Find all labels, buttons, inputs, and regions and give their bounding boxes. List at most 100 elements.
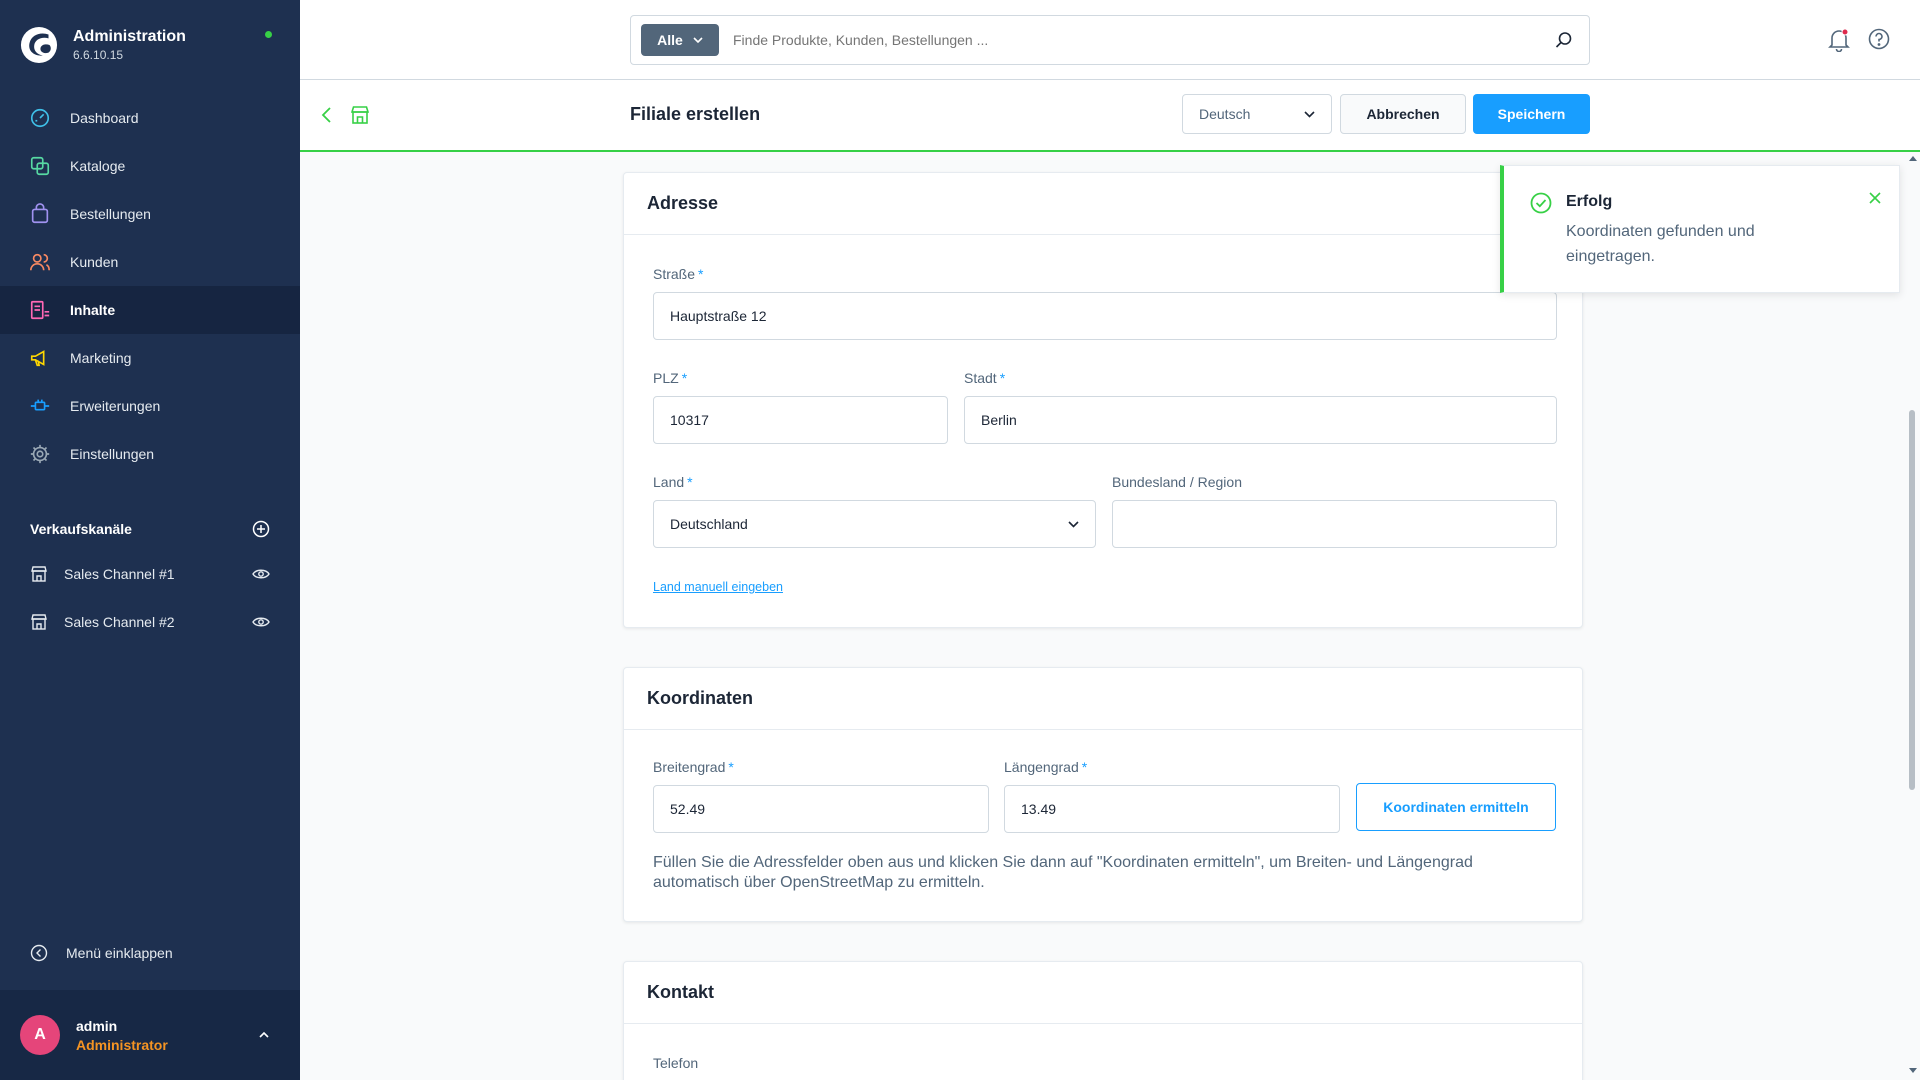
scroll-down-arrow[interactable] bbox=[1909, 1068, 1917, 1073]
sidebar-item-label: Einstellungen bbox=[70, 446, 155, 462]
country-field: Land * Deutschland bbox=[653, 474, 1096, 548]
search-type-select[interactable]: Alle bbox=[641, 24, 719, 56]
close-icon[interactable] bbox=[1869, 192, 1881, 204]
sidebar-item-extensions[interactable]: Erweiterungen bbox=[0, 382, 300, 430]
customers-icon bbox=[28, 250, 52, 274]
page-title: Filiale erstellen bbox=[630, 104, 761, 124]
contact-card-title: Kontakt bbox=[624, 962, 1582, 1024]
sidebar-item-label: Bestellungen bbox=[70, 206, 151, 222]
plug-icon bbox=[28, 394, 52, 418]
sales-channel-label: Sales Channel #2 bbox=[64, 614, 175, 630]
sidebar-item-dashboard[interactable]: Dashboard bbox=[0, 94, 300, 142]
coordinates-help-text: Füllen Sie die Adressfelder oben aus und… bbox=[653, 854, 1473, 891]
notification-title: Erfolg bbox=[1566, 193, 1613, 210]
latitude-input[interactable]: 52.49 bbox=[653, 785, 989, 833]
sidebar: Administration 6.6.10.15 Dashboard Katal… bbox=[0, 0, 300, 1080]
collapse-menu-button[interactable]: Menü einklappen bbox=[30, 944, 173, 962]
zip-value: 10317 bbox=[670, 412, 709, 428]
sidebar-item-label: Dashboard bbox=[70, 110, 139, 126]
coordinates-card: Koordinaten Breitengrad * 52.49 Längengra… bbox=[623, 667, 1583, 922]
longitude-input[interactable]: 13.49 bbox=[1004, 785, 1340, 833]
phone-label: Telefon bbox=[653, 1055, 699, 1071]
latitude-label: Breitengrad bbox=[653, 759, 726, 775]
street-field: Straße * Hauptstraße 12 bbox=[653, 266, 1557, 340]
city-input[interactable]: Berlin bbox=[964, 396, 1557, 444]
chevron-left-icon[interactable] bbox=[320, 104, 334, 126]
sidebar-item-content[interactable]: Inhalte bbox=[0, 286, 300, 334]
collapse-menu-label: Menü einklappen bbox=[66, 945, 173, 961]
scroll-up-arrow[interactable] bbox=[1909, 156, 1917, 161]
phone-field: Telefon bbox=[653, 1055, 1557, 1073]
zip-input[interactable]: 10317 bbox=[653, 396, 948, 444]
save-button[interactable]: Speichern bbox=[1473, 94, 1590, 134]
top-bar: Alle bbox=[300, 0, 1920, 80]
sidebar-item-label: Kunden bbox=[70, 254, 119, 270]
storefront-icon bbox=[31, 614, 47, 630]
page-scrollbar[interactable] bbox=[1905, 152, 1920, 1080]
eye-icon[interactable] bbox=[252, 616, 270, 628]
street-input[interactable]: Hauptstraße 12 bbox=[653, 292, 1557, 340]
city-label: Stadt bbox=[964, 370, 997, 386]
contact-card: Kontakt Telefon bbox=[623, 961, 1583, 1080]
search-type-label: Alle bbox=[657, 32, 683, 48]
sales-channels-title: Verkaufskanäle bbox=[30, 521, 132, 537]
dashboard-icon bbox=[28, 106, 52, 130]
latitude-value: 52.49 bbox=[670, 801, 706, 817]
manual-country-link[interactable]: Land manuell eingeben bbox=[653, 580, 783, 594]
shopware-logo-icon bbox=[20, 26, 58, 64]
sales-channel-item[interactable]: Sales Channel #2 bbox=[0, 598, 300, 646]
cancel-button[interactable]: Abbrechen bbox=[1340, 94, 1466, 134]
country-label: Land bbox=[653, 474, 685, 490]
add-sales-channel-icon[interactable] bbox=[252, 520, 270, 538]
language-select[interactable]: Deutsch bbox=[1182, 94, 1332, 134]
coordinates-card-title: Koordinaten bbox=[624, 668, 1582, 730]
help-icon[interactable] bbox=[1868, 28, 1890, 50]
orders-icon bbox=[28, 202, 52, 226]
sales-channel-label: Sales Channel #1 bbox=[64, 566, 175, 582]
notification-bell-icon[interactable] bbox=[1828, 28, 1850, 52]
chevron-up-icon bbox=[259, 1031, 269, 1038]
sidebar-item-settings[interactable]: Einstellungen bbox=[0, 430, 300, 478]
online-status-dot bbox=[265, 31, 272, 38]
brand-version: 6.6.10.15 bbox=[73, 48, 124, 62]
city-value: Berlin bbox=[981, 412, 1017, 428]
search-icon[interactable] bbox=[1555, 31, 1573, 49]
eye-icon[interactable] bbox=[252, 568, 270, 580]
city-field: Stadt * Berlin bbox=[964, 370, 1557, 444]
storefront-icon bbox=[350, 106, 370, 124]
sidebar-item-marketing[interactable]: Marketing bbox=[0, 334, 300, 382]
user-name: admin bbox=[76, 1017, 118, 1034]
sales-channel-list: Sales Channel #1 Sales Channel #2 bbox=[0, 550, 300, 646]
zip-field: PLZ * 10317 bbox=[653, 370, 948, 444]
sidebar-item-orders[interactable]: Bestellungen bbox=[0, 190, 300, 238]
longitude-field: Längengrad * 13.49 bbox=[1004, 759, 1340, 833]
smart-bar: Filiale erstellen Deutsch Abbrechen Spei… bbox=[300, 80, 1920, 152]
notification-message: Koordinaten gefunden und eingetragen. bbox=[1566, 223, 1755, 265]
country-select[interactable]: Deutschland bbox=[653, 500, 1096, 548]
scroll-thumb[interactable] bbox=[1909, 410, 1915, 790]
chevron-down-icon bbox=[693, 36, 703, 43]
language-value: Deutsch bbox=[1199, 106, 1251, 122]
region-input[interactable] bbox=[1112, 500, 1557, 548]
latitude-field: Breitengrad * 52.49 bbox=[653, 759, 989, 833]
content-icon bbox=[28, 298, 52, 322]
sidebar-item-catalogs[interactable]: Kataloge bbox=[0, 142, 300, 190]
avatar: A bbox=[20, 1015, 60, 1055]
search-input[interactable] bbox=[733, 32, 1555, 48]
sidebar-item-customers[interactable]: Kunden bbox=[0, 238, 300, 286]
address-card: Adresse Straße * Hauptstraße 12 PLZ * 1031… bbox=[623, 172, 1583, 628]
region-field: Bundesland / Region bbox=[1112, 474, 1557, 548]
get-coordinates-button[interactable]: Koordinaten ermitteln bbox=[1356, 783, 1556, 831]
zip-label: PLZ bbox=[653, 370, 679, 386]
brand-title: Administration bbox=[73, 28, 186, 45]
user-menu[interactable]: A admin Administrator bbox=[0, 990, 300, 1080]
collapse-icon bbox=[30, 944, 48, 962]
sidebar-item-label: Erweiterungen bbox=[70, 398, 161, 414]
check-circle-icon bbox=[1530, 192, 1552, 214]
street-value: Hauptstraße 12 bbox=[670, 308, 767, 324]
region-label: Bundesland / Region bbox=[1112, 474, 1242, 490]
sidebar-item-label: Marketing bbox=[70, 350, 132, 366]
sales-channel-item[interactable]: Sales Channel #1 bbox=[0, 550, 300, 598]
longitude-value: 13.49 bbox=[1021, 801, 1057, 817]
sales-channels-header: Verkaufskanäle bbox=[30, 520, 270, 538]
